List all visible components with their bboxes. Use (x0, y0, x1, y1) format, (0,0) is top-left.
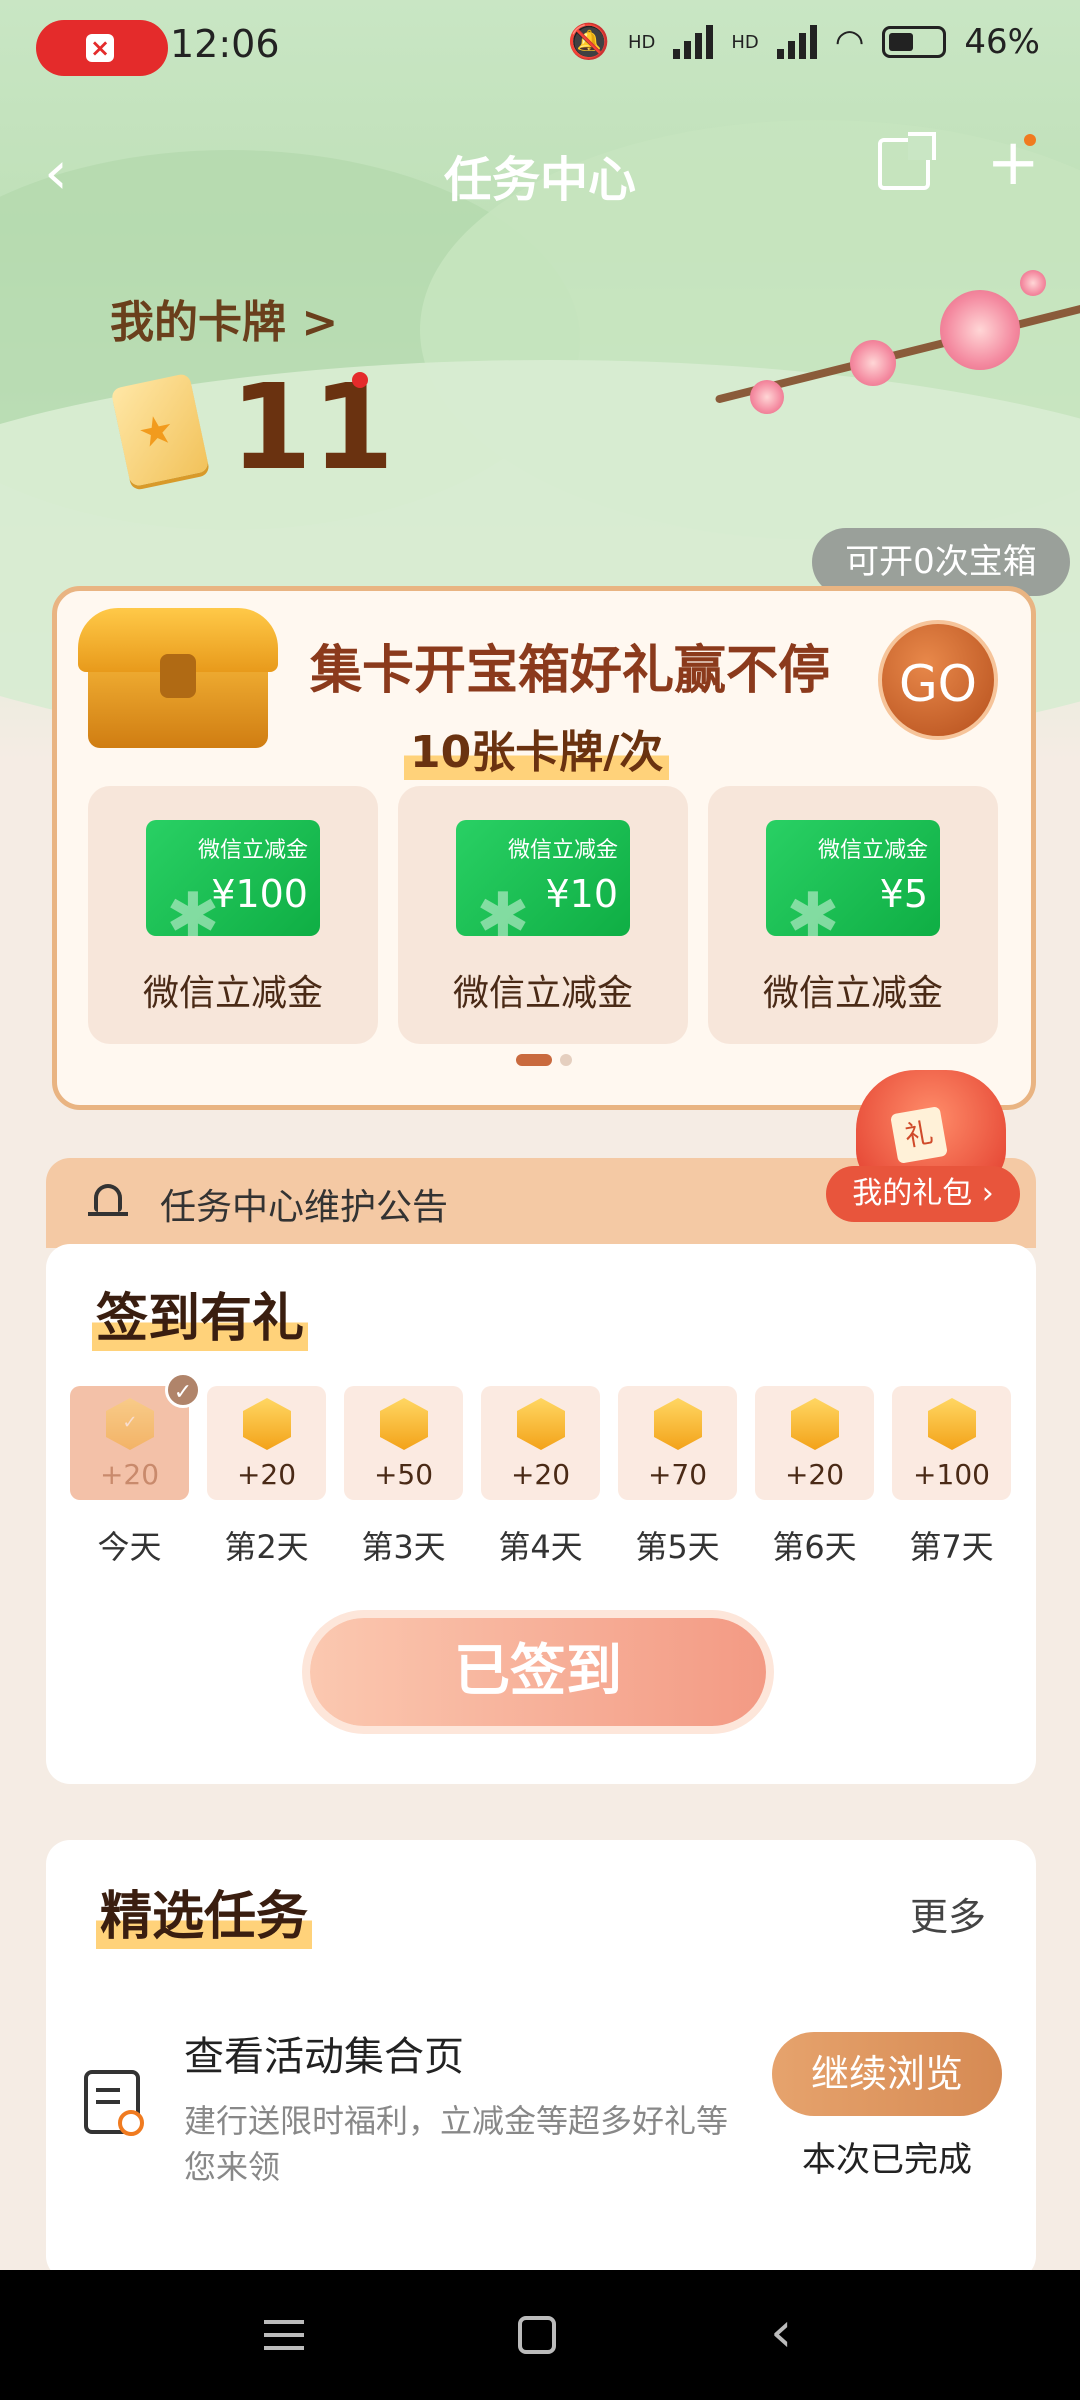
reward-card[interactable]: ✱ 微信立减金 ¥10 微信立减金 (398, 786, 688, 1044)
screen-record-indicator[interactable]: × (36, 20, 168, 76)
sign-in-day[interactable]: +20 第4天 (481, 1386, 600, 1568)
document-search-icon (84, 2070, 144, 2136)
battery-percent: 46% (964, 22, 1040, 62)
back-icon[interactable]: ‹ (770, 2300, 792, 2365)
my-gift-button[interactable]: 我的礼包 › (826, 1166, 1020, 1222)
coin-icon (654, 1398, 702, 1450)
signal-icon (673, 25, 714, 59)
wechat-coupon-card: ✱ 微信立减金 ¥100 (146, 820, 320, 936)
reward-carousel[interactable]: ✱ 微信立减金 ¥100 微信立减金 ✱ 微信立减金 ¥10 微信立减金 ✱ 微… (88, 786, 998, 1044)
coin-icon (791, 1398, 839, 1450)
task-title: 查看活动集合页 (184, 2034, 464, 2080)
bell-icon (88, 1180, 128, 1220)
notification-dot (1024, 134, 1036, 146)
red-dot (352, 372, 368, 388)
sign-in-days: ✓ +20 ✓ 今天 +20 第2天 +50 第3天 +20 第4天 +70 第5天… (70, 1372, 1011, 1568)
coin-icon (243, 1398, 291, 1450)
mute-icon: 🔕 (567, 22, 610, 62)
reward-name: 微信立减金 (452, 973, 633, 1014)
sign-in-card: 签到有礼 ✓ +20 ✓ 今天 +20 第2天 +50 第3天 +20 第4天 +7… (46, 1244, 1036, 1784)
my-cards-link[interactable]: 我的卡牌 > (110, 286, 338, 350)
continue-browsing-button[interactable]: 继续浏览 (772, 2032, 1002, 2116)
coin-icon (380, 1398, 428, 1450)
coin-icon (517, 1398, 565, 1450)
section-title: 签到有礼 (92, 1276, 309, 1351)
sign-in-day[interactable]: +100 第7天 (892, 1386, 1011, 1568)
sign-in-day[interactable]: +70 第5天 (618, 1386, 737, 1568)
notice-text: 任务中心维护公告 (160, 1187, 449, 1228)
sign-in-day[interactable]: +50 第3天 (344, 1386, 463, 1568)
chest-subtitle: 10张卡牌/次 (404, 716, 670, 780)
sign-in-day[interactable]: +20 第2天 (207, 1386, 326, 1568)
recent-apps-icon[interactable] (264, 2320, 304, 2350)
check-icon: ✓ (165, 1372, 201, 1408)
treasure-chest-icon (78, 598, 278, 748)
wechat-coupon-card: ✱ 微信立减金 ¥10 (456, 820, 630, 936)
sign-in-day[interactable]: +20 第6天 (755, 1386, 874, 1568)
wechat-coupon-card: ✱ 微信立减金 ¥5 (766, 820, 940, 936)
share-icon[interactable] (878, 132, 936, 190)
battery-icon (882, 26, 947, 58)
wifi-icon: ◠ (834, 22, 865, 62)
reward-card[interactable]: ✱ 微信立减金 ¥5 微信立减金 (708, 786, 998, 1044)
system-nav-bar: ‹ (0, 2270, 1080, 2400)
sign-in-day[interactable]: ✓ +20 ✓ 今天 (70, 1372, 201, 1568)
signal-icon (776, 25, 817, 59)
task-description: 建行送限时福利，立减金等超多好礼等您来领 (184, 2102, 729, 2186)
featured-tasks-card: 精选任务 更多 查看活动集合页 建行送限时福利，立减金等超多好礼等您来领 继续浏… (46, 1840, 1036, 2280)
wechat-pay-icon: ✱ (786, 880, 840, 936)
top-nav: ‹ 任务中心 + (0, 120, 1080, 220)
task-status: 本次已完成 (802, 2140, 972, 2180)
section-title: 精选任务 (96, 1874, 313, 1949)
go-button[interactable]: GO (878, 620, 998, 740)
more-link[interactable]: 更多 (910, 1886, 986, 1941)
status-bar: × 12:06 🔕 HD HD ◠ 46% (0, 0, 1080, 96)
status-time: 12:06 (170, 22, 280, 66)
reward-name: 微信立减金 (762, 973, 943, 1014)
close-icon: × (86, 34, 114, 62)
reward-card[interactable]: ✱ 微信立减金 ¥100 微信立减金 (88, 786, 378, 1044)
coin-icon: ✓ (106, 1398, 154, 1450)
signed-in-button[interactable]: 已签到 (310, 1618, 766, 1726)
chest-title: 集卡开宝箱好礼赢不停 (310, 641, 831, 701)
peach-blossom-illustration (690, 270, 1080, 430)
home-icon[interactable] (518, 2316, 556, 2354)
reward-name: 微信立减金 (142, 973, 323, 1014)
card-count: 11 (230, 358, 395, 496)
carousel-pager (516, 1054, 572, 1066)
wechat-pay-icon: ✱ (476, 880, 530, 936)
coin-icon (928, 1398, 976, 1450)
